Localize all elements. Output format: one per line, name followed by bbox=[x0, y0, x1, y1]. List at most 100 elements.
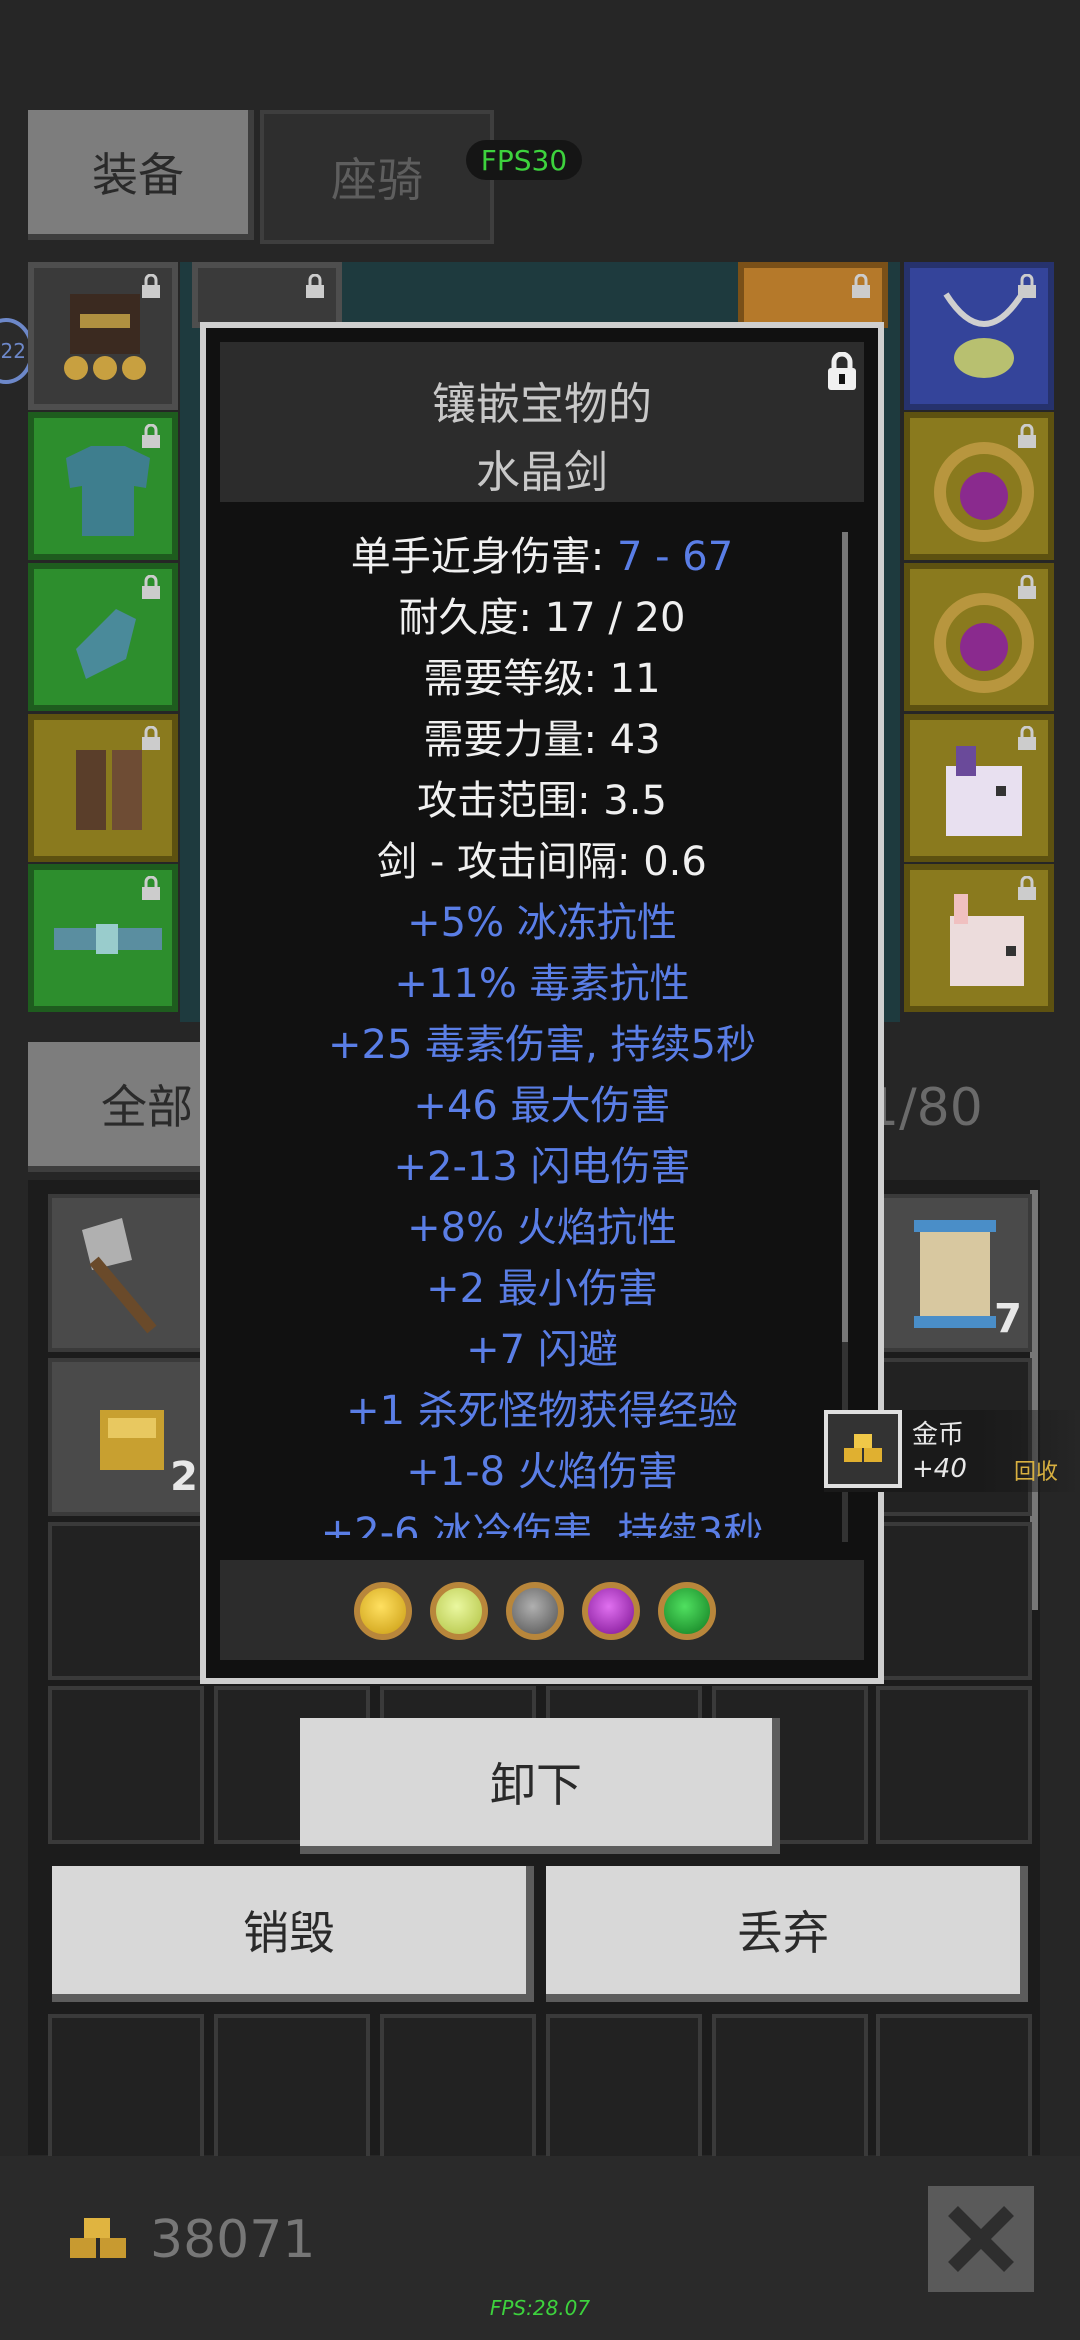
unicorn-pet-icon bbox=[946, 746, 1022, 836]
lime-gem-icon bbox=[430, 1582, 488, 1640]
inventory-slot-gold-block[interactable]: 2 bbox=[48, 1358, 204, 1516]
gray-gem-icon bbox=[506, 1582, 564, 1640]
lock-icon bbox=[1018, 424, 1036, 448]
inventory-slot-axe[interactable] bbox=[48, 1194, 204, 1352]
affix: +2-13 闪电伤害 bbox=[393, 1144, 691, 1190]
affix: +7 闪避 bbox=[466, 1327, 618, 1373]
inventory-capacity: 1/80 bbox=[866, 1078, 983, 1138]
stat-required-level: 需要等级: 11 bbox=[423, 656, 661, 702]
unequip-button[interactable]: 卸下 bbox=[300, 1718, 780, 1854]
affix: +5% 冰冻抗性 bbox=[407, 900, 677, 946]
rabbit-pet-icon bbox=[950, 894, 1024, 986]
lock-icon bbox=[306, 274, 324, 298]
tab-equipment[interactable]: 装备 bbox=[28, 110, 254, 240]
affix: +46 最大伤害 bbox=[413, 1083, 671, 1129]
close-icon bbox=[948, 2206, 1014, 2272]
gold-total: 38071 bbox=[150, 2210, 316, 2270]
slot-pet-2[interactable] bbox=[904, 864, 1054, 1012]
slot-ring-1[interactable] bbox=[904, 412, 1054, 560]
pickup-amount: +40 bbox=[912, 1454, 967, 1484]
socket-bar bbox=[220, 1560, 864, 1660]
slot-amulet[interactable] bbox=[904, 262, 1054, 410]
lock-icon bbox=[1018, 575, 1036, 599]
affix: +11% 毒素抗性 bbox=[394, 961, 690, 1007]
stat-damage: 单手近身伤害: 7 - 67 bbox=[220, 524, 864, 582]
inventory-slot-scroll[interactable]: 7 bbox=[876, 1194, 1032, 1352]
slot-armor[interactable] bbox=[28, 412, 178, 560]
pickup-item-name: 金币 bbox=[912, 1420, 965, 1450]
level-badge-text: 22 bbox=[0, 339, 26, 363]
slot-offhand[interactable] bbox=[738, 262, 888, 328]
lock-icon bbox=[852, 274, 870, 298]
inventory-slot[interactable] bbox=[48, 2014, 204, 2164]
affix: +8% 火焰抗性 bbox=[407, 1205, 677, 1251]
gold-coins-icon bbox=[70, 2218, 126, 2258]
inventory-slot[interactable] bbox=[48, 1522, 204, 1680]
tooltip-title-line2: 水晶剑 bbox=[476, 447, 608, 498]
destroy-button[interactable]: 销毁 bbox=[52, 1866, 534, 2002]
affix: +2 最小伤害 bbox=[426, 1266, 658, 1312]
lock-icon bbox=[142, 274, 160, 298]
item-tooltip: 镶嵌宝物的 水晶剑 单手近身伤害: 7 - 67 耐久度: 17 / 20 需要… bbox=[200, 322, 884, 1684]
inventory-slot[interactable] bbox=[380, 2014, 536, 2164]
lock-icon bbox=[1018, 726, 1036, 750]
tooltip-title-line1: 镶嵌宝物的 bbox=[432, 379, 652, 430]
inventory-slot[interactable] bbox=[876, 2014, 1032, 2164]
gold-block-icon bbox=[100, 1410, 164, 1470]
axe-icon bbox=[82, 1218, 157, 1334]
slot-belt[interactable] bbox=[28, 864, 178, 1012]
lock-icon[interactable] bbox=[824, 352, 860, 392]
chainmail-icon bbox=[66, 446, 150, 536]
fps-counter: FPS:28.07 bbox=[489, 2296, 591, 2320]
inventory-slot[interactable] bbox=[876, 1686, 1032, 1844]
inventory-slot[interactable] bbox=[214, 2014, 370, 2164]
ring-icon bbox=[934, 593, 1034, 693]
lock-icon bbox=[1018, 274, 1036, 298]
slot-weapon[interactable] bbox=[192, 262, 342, 328]
boots-icon bbox=[76, 750, 142, 830]
slot-gloves[interactable] bbox=[28, 563, 178, 711]
green-gem-icon bbox=[658, 1582, 716, 1640]
affix: +25 毒素伤害, 持续5秒 bbox=[327, 1022, 756, 1068]
lock-icon bbox=[142, 876, 160, 900]
inventory-slot[interactable] bbox=[712, 2014, 868, 2164]
ring-icon bbox=[934, 442, 1034, 542]
pickup-item-frame bbox=[824, 1410, 902, 1488]
purple-gem-icon bbox=[582, 1582, 640, 1640]
stat-attack-interval: 剑 - 攻击间隔: 0.6 bbox=[377, 839, 707, 885]
stat-durability: 耐久度: 17 / 20 bbox=[398, 595, 686, 641]
fps-indicator: FPS30 bbox=[466, 140, 582, 180]
pickup-recycle-label[interactable]: 回收 bbox=[1014, 1454, 1058, 1486]
item-count: 7 bbox=[994, 1296, 1022, 1342]
slot-pet-1[interactable] bbox=[904, 714, 1054, 862]
affix: +1-8 火焰伤害 bbox=[406, 1449, 678, 1495]
inventory-slot[interactable] bbox=[48, 1686, 204, 1844]
gold-coins-icon bbox=[844, 1434, 882, 1462]
close-button[interactable] bbox=[928, 2186, 1034, 2292]
stat-required-strength: 需要力量: 43 bbox=[423, 717, 661, 763]
yellow-gem-icon bbox=[354, 1582, 412, 1640]
lock-icon bbox=[1018, 876, 1036, 900]
lock-icon bbox=[142, 726, 160, 750]
gauntlet-icon bbox=[76, 609, 136, 679]
slot-boots[interactable] bbox=[28, 714, 178, 862]
inventory-slot[interactable] bbox=[546, 2014, 702, 2164]
item-count: 2 bbox=[170, 1454, 198, 1500]
stat-attack-range: 攻击范围: 3.5 bbox=[417, 778, 667, 824]
lock-icon bbox=[142, 575, 160, 599]
slot-helmet[interactable] bbox=[28, 262, 178, 410]
inventory-slot[interactable] bbox=[876, 1522, 1032, 1680]
drop-button[interactable]: 丢弃 bbox=[546, 1866, 1028, 2002]
affix: +2-6 冰冷伤害, 持续3秒 bbox=[320, 1510, 764, 1538]
belt-icon bbox=[54, 924, 162, 954]
tab-mount[interactable]: 座骑 bbox=[260, 110, 494, 244]
helmet-icon bbox=[64, 294, 146, 380]
stat-damage-value: 7 - 67 bbox=[616, 534, 734, 580]
amulet-icon bbox=[943, 292, 1025, 378]
stat-damage-label: 单手近身伤害: bbox=[350, 534, 617, 580]
tooltip-scrollbar[interactable] bbox=[842, 532, 848, 1342]
tooltip-body[interactable]: 单手近身伤害: 7 - 67 耐久度: 17 / 20 需要等级: 11 需要力… bbox=[220, 508, 864, 1538]
affix: +1 杀死怪物获得经验 bbox=[346, 1388, 738, 1434]
slot-ring-2[interactable] bbox=[904, 563, 1054, 711]
lock-icon bbox=[142, 424, 160, 448]
